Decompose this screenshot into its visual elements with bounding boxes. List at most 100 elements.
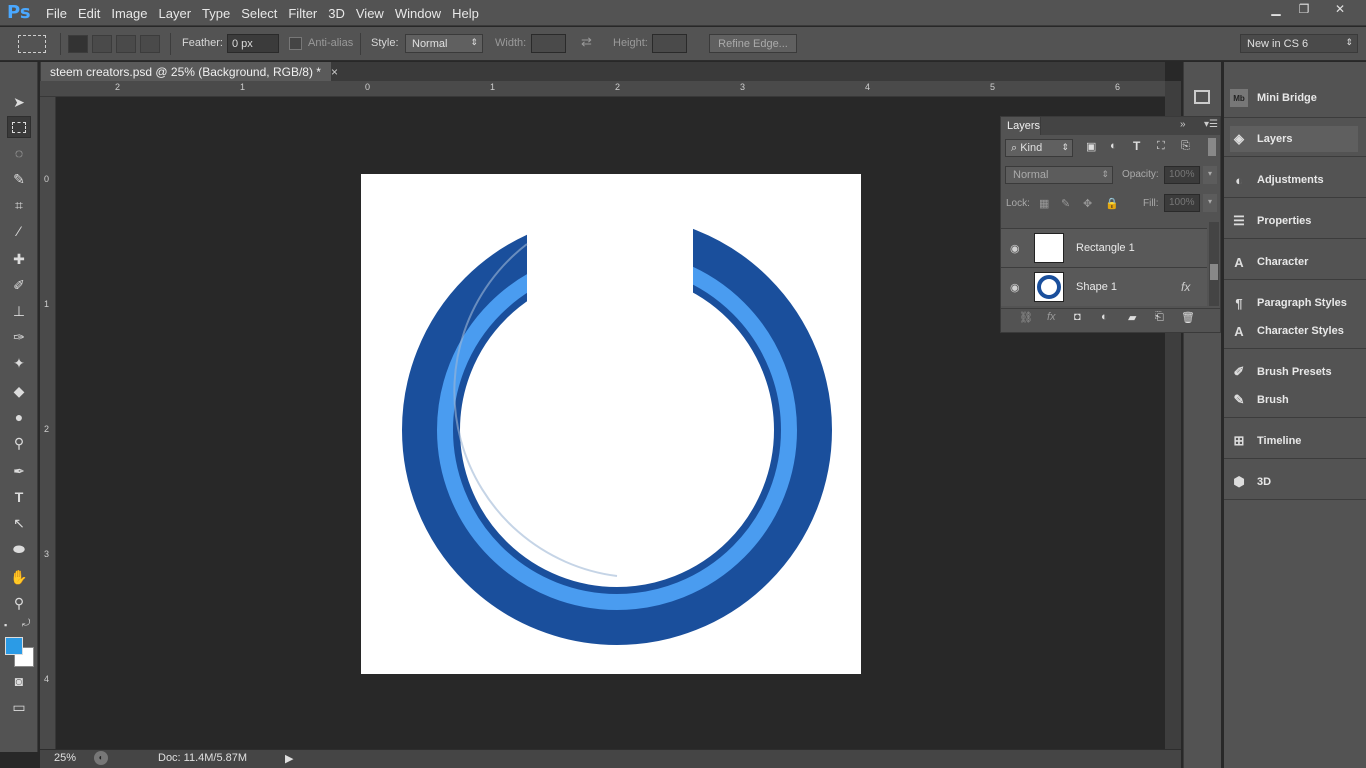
antialias-checkbox[interactable] (289, 37, 302, 50)
add-mask-icon[interactable]: ◘ (1074, 311, 1081, 323)
history-brush-tool-icon[interactable]: ✑ (7, 326, 31, 348)
history-panel-icon[interactable] (1194, 90, 1210, 104)
layer-row[interactable]: ◉ Shape 1 fx (1001, 267, 1207, 306)
path-selection-tool-icon[interactable]: ↖ (7, 512, 31, 534)
add-selection-icon[interactable] (92, 35, 112, 53)
screen-mode-icon[interactable]: ▭ (7, 696, 31, 718)
menu-edit[interactable]: Edit (78, 6, 109, 21)
close-tab-icon[interactable]: × (331, 65, 338, 79)
blend-mode-select[interactable]: Normal ⇕ (1005, 166, 1113, 184)
lasso-tool-icon[interactable]: ◌ (7, 142, 31, 164)
workspace-select[interactable]: New in CS 6 ⇕ (1240, 34, 1358, 53)
layer-name[interactable]: Shape 1 (1076, 281, 1117, 293)
feather-field[interactable]: 0 px (227, 34, 279, 53)
type-tool-icon[interactable]: T (7, 486, 31, 508)
height-field[interactable] (652, 34, 687, 53)
add-style-icon[interactable]: fx (1047, 311, 1056, 323)
brush-tool-icon[interactable]: ✐ (7, 274, 31, 296)
refine-edge-button[interactable]: Refine Edge... (709, 34, 797, 53)
dock-character-styles[interactable]: A Character Styles (1230, 318, 1344, 344)
document-canvas[interactable] (361, 174, 861, 674)
hand-tool-icon[interactable]: ✋ (7, 566, 31, 588)
layers-scrollbar[interactable] (1209, 222, 1219, 306)
lock-image-icon[interactable]: ✎ (1061, 197, 1070, 210)
lock-transparent-icon[interactable]: ▦ (1039, 197, 1049, 210)
filter-type-icon[interactable]: T (1133, 139, 1140, 153)
menu-window[interactable]: Window (395, 6, 450, 21)
filter-smart-object-icon[interactable]: ⎘ (1181, 140, 1190, 153)
menu-select[interactable]: Select (241, 6, 286, 21)
layer-effects-icon[interactable]: fx (1181, 280, 1190, 294)
menu-type[interactable]: Type (202, 6, 239, 21)
swap-colors-icon[interactable]: ⤾ (22, 618, 30, 629)
layer-name[interactable]: Rectangle 1 (1076, 242, 1135, 254)
new-selection-icon[interactable] (68, 35, 88, 53)
visibility-eye-icon[interactable]: ◉ (1010, 242, 1020, 255)
status-menu-arrow-icon[interactable]: ▶ (285, 752, 293, 765)
panel-menu-icon[interactable]: ▾☰ (1204, 119, 1218, 130)
intersect-selection-icon[interactable] (140, 35, 160, 53)
filter-kind-select[interactable]: ⌕ Kind ⇕ (1005, 139, 1073, 157)
foreground-color-swatch[interactable] (5, 637, 23, 655)
zoom-level[interactable]: 25% (54, 752, 76, 764)
menu-3d[interactable]: 3D (328, 6, 354, 21)
dock-properties[interactable]: ☰ Properties (1230, 208, 1311, 234)
opacity-field[interactable]: 100% (1164, 166, 1200, 184)
dock-adjustments[interactable]: ◐ Adjustments (1230, 167, 1324, 193)
marquee-preset-icon[interactable] (18, 35, 46, 53)
clone-stamp-tool-icon[interactable]: ⊥ (7, 300, 31, 322)
dock-mini-bridge[interactable]: Mb Mini Bridge (1230, 85, 1317, 111)
link-layers-icon[interactable]: ⛓ (1019, 311, 1033, 324)
layers-panel-tab[interactable]: Layers (1001, 117, 1041, 135)
new-group-icon[interactable]: ▰ (1128, 311, 1136, 324)
layer-row[interactable]: ◉ Rectangle 1 (1001, 228, 1207, 267)
filter-toggle[interactable] (1208, 138, 1216, 156)
new-layer-icon[interactable]: ⎗ (1155, 311, 1164, 324)
swap-icon[interactable]: ⇄ (581, 34, 592, 50)
ellipse-tool-icon[interactable]: ⬬ (7, 538, 31, 560)
dock-brush-presets[interactable]: ✐ Brush Presets (1230, 359, 1332, 385)
healing-brush-tool-icon[interactable]: ✚ (7, 248, 31, 270)
subtract-selection-icon[interactable] (116, 35, 136, 53)
menu-layer[interactable]: Layer (159, 6, 201, 21)
quick-mask-icon[interactable]: ◙ (7, 670, 31, 692)
visibility-eye-icon[interactable]: ◉ (1010, 281, 1020, 294)
collapse-panel-icon[interactable]: » (1180, 119, 1186, 130)
restore-icon[interactable]: ❐ (1290, 0, 1318, 18)
menu-view[interactable]: View (356, 6, 393, 21)
filter-pixel-icon[interactable]: ▣ (1086, 140, 1096, 153)
move-tool-icon[interactable]: ➤ (7, 91, 31, 113)
dock-paragraph-styles[interactable]: ¶ Paragraph Styles (1230, 290, 1347, 316)
close-icon[interactable]: ✕ (1326, 0, 1354, 18)
opacity-dropdown-icon[interactable]: ▾ (1203, 166, 1217, 184)
width-field[interactable] (531, 34, 566, 53)
filter-adjustment-icon[interactable]: ◐ (1110, 140, 1117, 152)
status-info-icon[interactable]: ◐ (94, 751, 108, 765)
new-adjustment-icon[interactable]: ◐ (1101, 311, 1108, 323)
crop-tool-icon[interactable]: ⌗ (7, 194, 31, 216)
filter-shape-icon[interactable]: ⛶ (1157, 140, 1165, 153)
fill-dropdown-icon[interactable]: ▾ (1203, 194, 1217, 212)
document-tab[interactable]: steem creators.psd @ 25% (Background, RG… (41, 62, 338, 81)
zoom-tool-icon[interactable]: ⚲ (7, 592, 31, 614)
lock-all-icon[interactable]: 🔒 (1105, 197, 1119, 210)
default-colors-icon[interactable]: ▪ (4, 620, 14, 630)
menu-help[interactable]: Help (452, 6, 488, 21)
dock-brush[interactable]: ✎ Brush (1230, 387, 1289, 413)
menu-file[interactable]: File (46, 6, 76, 21)
pen-tool-icon[interactable]: ✒ (7, 460, 31, 482)
menu-image[interactable]: Image (111, 6, 156, 21)
fill-field[interactable]: 100% (1164, 194, 1200, 212)
style-select[interactable]: Normal ⇕ (405, 34, 483, 53)
quick-selection-tool-icon[interactable]: ✎ (7, 168, 31, 190)
blur-tool-icon[interactable]: ● (7, 406, 31, 428)
delete-layer-icon[interactable]: 🗑 (1181, 311, 1195, 324)
paint-bucket-tool-icon[interactable]: ◆ (7, 380, 31, 402)
dodge-tool-icon[interactable]: ⚲ (7, 432, 31, 454)
rectangular-marquee-tool-icon[interactable] (7, 116, 31, 138)
dock-layers[interactable]: ◈ Layers (1230, 126, 1358, 152)
dock-character[interactable]: A Character (1230, 249, 1308, 275)
dock-timeline[interactable]: ⊞ Timeline (1230, 428, 1302, 454)
eraser-tool-icon[interactable]: ✦ (7, 352, 31, 374)
lock-position-icon[interactable]: ✥ (1083, 197, 1092, 210)
